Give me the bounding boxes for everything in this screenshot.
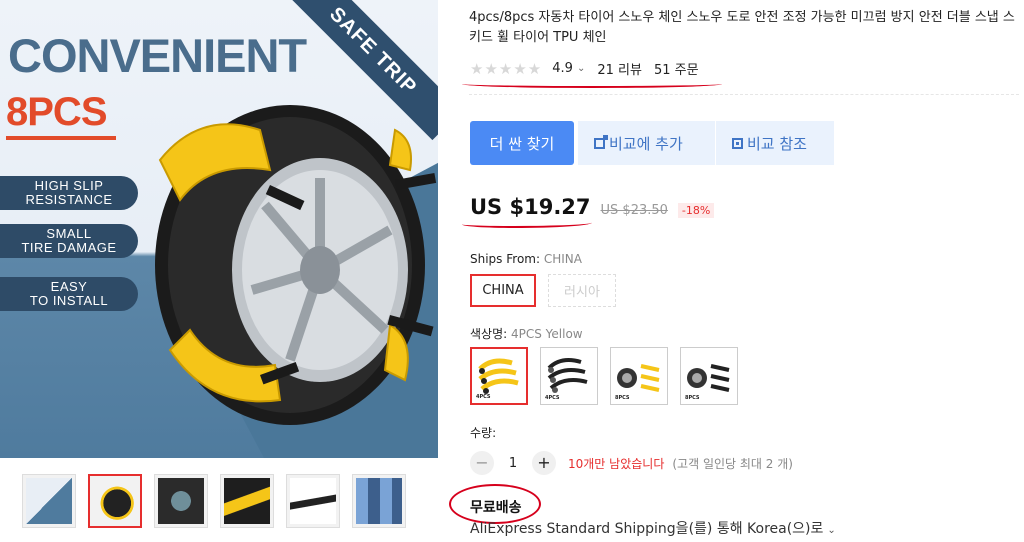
review-count[interactable]: 21 리뷰: [597, 59, 642, 78]
ships-from-options: CHINA 러시아: [470, 274, 616, 307]
rating-row: ★★★★★ 4.9 ⌄ 21 리뷰 51 주문: [470, 59, 699, 79]
quantity-label: 수량:: [470, 426, 497, 440]
image-subhead: 8PCS: [6, 90, 107, 134]
star-rating-icon: ★★★★★: [470, 59, 543, 78]
color-swatch-8pcs-black[interactable]: 8PCS: [680, 347, 738, 405]
ships-from-title: Ships From:: [470, 252, 544, 266]
quantity-decrease-button[interactable]: −: [470, 451, 494, 475]
main-product-image: CONVENIENT 8PCS SAFE TRIP HIGH SLIP RESI…: [0, 0, 438, 458]
thumbnail[interactable]: [22, 474, 76, 528]
tire-with-chain-illustration: [155, 105, 437, 425]
annotation-underline: [462, 80, 722, 88]
thumbnail-strip: [22, 474, 406, 528]
swatch-tag: 8PCS: [685, 395, 700, 401]
thumbnail-active[interactable]: [88, 474, 142, 528]
swatch-tag: 4PCS: [476, 394, 491, 400]
product-title: 4pcs/8pcs 자동차 타이어 스노우 체인 스노우 도로 안전 조정 가능…: [469, 10, 1015, 45]
color-swatch-8pcs-yellow[interactable]: 8PCS: [610, 347, 668, 405]
current-price: US $19.27: [470, 195, 591, 219]
chain-8-black-swatch-image: [687, 364, 730, 392]
purchase-limit: (고객 일인당 최대 2 개): [672, 456, 793, 471]
color-title: 색상명:: [470, 327, 511, 341]
original-price: US $23.50: [600, 203, 668, 218]
shipping-method[interactable]: AliExpress Standard Shipping을(를) 통해 Kore…: [470, 518, 836, 538]
feature-pill-damage: SMALL TIRE DAMAGE: [0, 224, 138, 258]
thumbnail[interactable]: [286, 474, 340, 528]
view-compare-button[interactable]: 비교 참조: [716, 121, 834, 165]
quantity-increase-button[interactable]: +: [532, 451, 556, 475]
view-compare-label: 비교 참조: [747, 134, 807, 153]
ships-from-option-china[interactable]: CHINA: [470, 274, 536, 307]
thumbnail[interactable]: [154, 474, 208, 528]
subhead-underline: [6, 136, 116, 140]
feature-pill-install: EASY TO INSTALL: [0, 277, 138, 311]
action-buttons: 더 싼 찾기 비교에 추가 비교 참조: [470, 121, 834, 165]
quantity-stepper: − 1 + 10개만 남았습니다 (고객 일인당 최대 2 개): [470, 451, 793, 475]
thumbnail[interactable]: [352, 474, 406, 528]
annotation-underline: [462, 219, 592, 228]
free-shipping-label: 무료배송: [470, 500, 522, 516]
quantity-value[interactable]: 1: [500, 456, 526, 471]
swatch-tag: 8PCS: [615, 395, 630, 401]
stock-remaining: 10개만 남았습니다: [568, 456, 665, 471]
chevron-down-icon[interactable]: ⌄: [577, 63, 585, 74]
find-cheaper-button[interactable]: 더 싼 찾기: [470, 121, 574, 165]
add-to-compare-button[interactable]: 비교에 추가: [578, 121, 716, 165]
shipping-method-text: AliExpress Standard Shipping을(를) 통해 Kore…: [470, 521, 824, 537]
chain-black-swatch-image: [547, 358, 588, 393]
color-swatch-4pcs-black[interactable]: 4PCS: [540, 347, 598, 405]
ships-from-label: Ships From: CHINA: [470, 252, 582, 266]
order-count: 51 주문: [653, 63, 699, 78]
discount-badge: -18%: [677, 203, 715, 218]
chevron-down-icon[interactable]: ⌄: [827, 525, 835, 536]
ships-from-value: CHINA: [543, 252, 582, 266]
feature-pill-slip: HIGH SLIP RESISTANCE: [0, 176, 138, 210]
color-swatch-4pcs-yellow[interactable]: 4PCS: [470, 347, 528, 405]
ships-from-option-russia[interactable]: 러시아: [548, 274, 616, 307]
image-headline: CONVENIENT: [8, 29, 307, 82]
price-row: US $19.27 US $23.50 -18%: [470, 195, 715, 219]
color-label: 색상명: 4PCS Yellow: [470, 325, 583, 342]
add-compare-icon: [594, 134, 608, 149]
chain-8-yellow-swatch-image: [617, 364, 660, 392]
thumbnail[interactable]: [220, 474, 274, 528]
compare-list-icon: [732, 137, 743, 149]
color-swatches: 4PCS 4PCS 8PCS 8PCS: [470, 347, 738, 405]
divider: [469, 94, 1019, 95]
add-to-compare-label: 비교에 추가: [609, 134, 683, 153]
swatch-tag: 4PCS: [545, 395, 560, 401]
rating-value[interactable]: 4.9: [552, 61, 573, 76]
color-value: 4PCS Yellow: [510, 327, 583, 341]
